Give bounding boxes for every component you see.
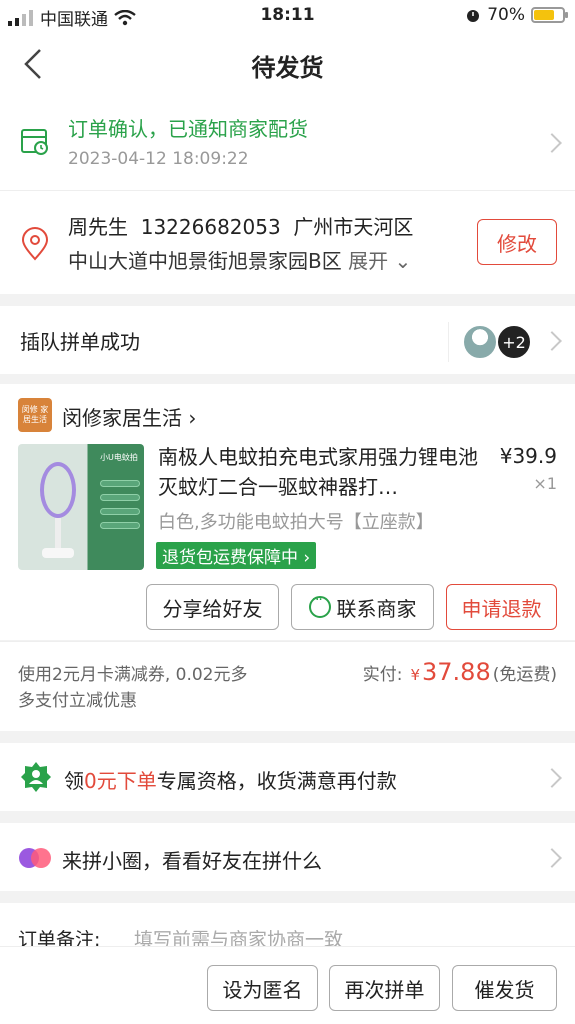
group-buy-label: 插队拼单成功 bbox=[20, 330, 140, 354]
paid-amount-row: 实付: ¥ 37.88 (免运费) bbox=[363, 658, 557, 686]
anonymous-button[interactable]: 设为匿名 bbox=[207, 965, 318, 1011]
product-title[interactable]: 南极人电蚊拍充电式家用强力锂电池灭蚊灯二合一驱蚊神器打… bbox=[158, 442, 478, 502]
page-title: 待发货 bbox=[251, 54, 324, 82]
zero-order-text: 领0元下单专属资格，收货满意再付款 bbox=[64, 765, 397, 794]
feature-pill bbox=[100, 494, 140, 501]
address-line1: 周先生 13226682053 广州市天河区 bbox=[68, 211, 413, 240]
shipping-note: (免运费) bbox=[492, 665, 557, 685]
address-street: 中山大道中旭景街旭景家园B区 bbox=[68, 249, 342, 273]
store-name-link[interactable]: 闵修家居生活 › bbox=[62, 402, 196, 431]
more-members-avatar: +2 bbox=[496, 324, 532, 360]
battery-percent: 70% bbox=[487, 5, 525, 25]
address-card[interactable]: 周先生 13226682053 广州市天河区 中山大道中旭景街旭景家园B区 展开… bbox=[0, 190, 575, 294]
contact-label: 联系商家 bbox=[336, 596, 417, 621]
nav-bar: 待发货 bbox=[0, 32, 575, 98]
chevron-right-icon bbox=[542, 768, 562, 788]
product-price: ¥39.9 bbox=[499, 444, 557, 468]
circle-promo-text: 来拼小圈，看看好友在拼什么 bbox=[62, 849, 322, 873]
discount-note: 使用2元月卡满减券, 0.02元多多支付立减优惠 bbox=[18, 665, 248, 711]
return-shipping-badge[interactable]: 退货包运费保障中 › bbox=[156, 542, 317, 569]
circle-promo[interactable]: 来拼小圈，看看好友在拼什么 bbox=[0, 823, 575, 891]
expand-link[interactable]: 展开 bbox=[348, 249, 388, 273]
order-status-card[interactable]: 订单确认，已通知商家配货 2023-04-12 18:09:22 bbox=[0, 98, 575, 190]
address-line2: 中山大道中旭景街旭景家园B区 展开 ⌄ bbox=[68, 245, 411, 274]
edit-address-button[interactable]: 修改 bbox=[477, 219, 557, 265]
order-status-message: 订单确认，已通知商家配货 bbox=[68, 117, 308, 141]
promo-highlight: 0元下单 bbox=[84, 769, 157, 793]
product-quantity: ×1 bbox=[533, 474, 557, 493]
status-bar: 中国联通 18:11 70% bbox=[0, 0, 575, 32]
product-image[interactable]: 小U电蚊拍 bbox=[18, 444, 144, 570]
chevron-right-icon bbox=[542, 331, 562, 351]
chevron-right-icon bbox=[542, 848, 562, 868]
refund-button[interactable]: 申请退款 bbox=[446, 584, 557, 630]
product-spec: 白色,多功能电蚊拍大号【立座款】 bbox=[158, 512, 434, 533]
chevron-right-icon bbox=[542, 133, 562, 153]
zero-order-promo[interactable]: 领0元下单专属资格，收货满意再付款 bbox=[0, 743, 575, 811]
recipient-phone: 13226682053 bbox=[140, 215, 281, 239]
paid-amount: 37.88 bbox=[422, 658, 491, 686]
bottom-action-bar: 设为匿名 再次拼单 催发货 bbox=[0, 946, 575, 1024]
circle-logo-icon bbox=[19, 848, 51, 868]
battery-icon bbox=[531, 7, 568, 23]
battery-fill bbox=[534, 10, 554, 20]
badge-text: 退货包运费保障中 bbox=[162, 548, 298, 568]
recipient-name: 周先生 bbox=[68, 215, 128, 239]
share-button[interactable]: 分享给好友 bbox=[146, 584, 279, 630]
paid-label: 实付: bbox=[362, 665, 403, 685]
promo-prefix: 领 bbox=[64, 769, 84, 793]
badge-icon bbox=[21, 762, 51, 792]
status-right: 70% bbox=[465, 5, 568, 25]
racket-base bbox=[42, 548, 74, 558]
store-card: 闵修 家居生活 闵修家居生活 › 小U电蚊拍 南极人电蚊拍充电式家用强力锂电池灭… bbox=[0, 384, 575, 640]
group-buy-card[interactable]: 插队拼单成功 +2 bbox=[0, 306, 575, 374]
store-name: 闵修家居生活 bbox=[62, 406, 182, 430]
alarm-icon bbox=[467, 10, 480, 22]
chevron-down-icon: ⌄ bbox=[394, 249, 412, 273]
feature-pill bbox=[100, 508, 140, 515]
currency-symbol: ¥ bbox=[410, 666, 421, 684]
order-box-icon bbox=[21, 129, 48, 155]
store-logo: 闵修 家居生活 bbox=[18, 398, 52, 432]
product-image-label: 小U电蚊拍 bbox=[100, 453, 138, 462]
avatar bbox=[462, 324, 498, 360]
urge-shipping-button[interactable]: 催发货 bbox=[452, 965, 557, 1011]
contact-merchant-button[interactable]: 联系商家 bbox=[291, 584, 434, 630]
chat-icon bbox=[308, 592, 331, 618]
order-timestamp: 2023-04-12 18:09:22 bbox=[68, 149, 249, 169]
divider bbox=[448, 322, 449, 362]
feature-pill bbox=[100, 522, 140, 529]
feature-pill bbox=[100, 480, 140, 487]
chevron-right-icon: › bbox=[188, 406, 197, 430]
location-pin-icon bbox=[21, 227, 49, 261]
buy-again-button[interactable]: 再次拼单 bbox=[329, 965, 440, 1011]
racket-image bbox=[40, 462, 76, 518]
racket-handle bbox=[55, 518, 61, 552]
promo-suffix: 专属资格，收货满意再付款 bbox=[156, 769, 397, 793]
payment-summary: 使用2元月卡满减券, 0.02元多多支付立减优惠 实付: ¥ 37.88 (免运… bbox=[0, 641, 575, 731]
address-city: 广州市天河区 bbox=[293, 215, 414, 239]
